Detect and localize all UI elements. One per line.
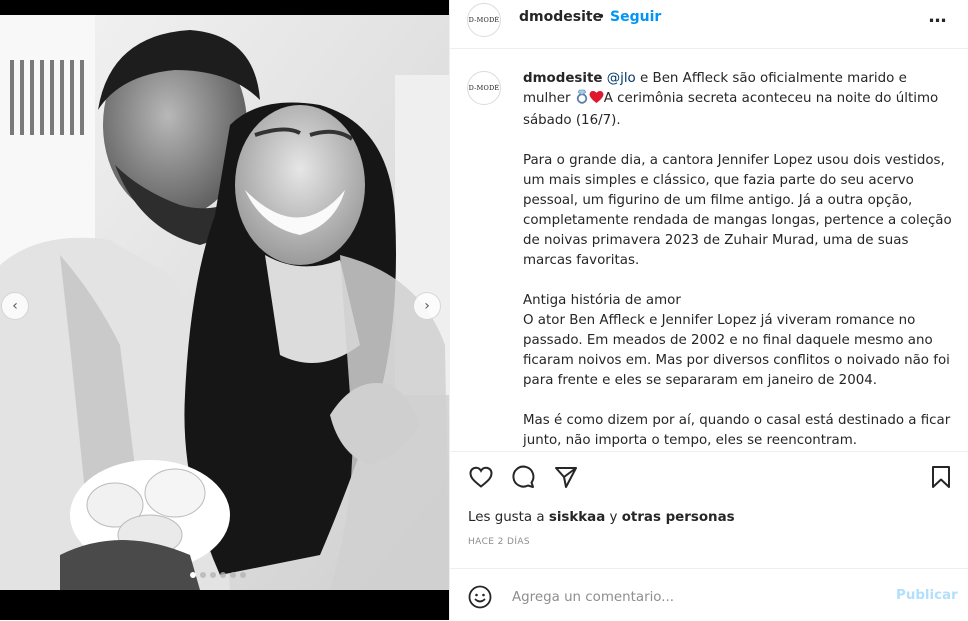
avatar[interactable]: D-MODÉ <box>467 3 501 37</box>
username-link[interactable]: dmodesite <box>519 9 602 25</box>
follow-button[interactable]: Seguir <box>610 9 661 25</box>
comment-button[interactable] <box>510 464 536 490</box>
other-likers-link[interactable]: otras personas <box>622 510 735 525</box>
caption-paragraph: Mas é como dizem por aí, quando o casal … <box>523 413 951 448</box>
chevron-left-icon: ‹ <box>12 298 18 314</box>
post-media: ‹ › <box>0 0 449 620</box>
save-button[interactable] <box>928 464 954 490</box>
carousel-dot <box>190 572 196 578</box>
carousel-dot <box>220 572 226 578</box>
wedding-photo[interactable] <box>0 15 449 590</box>
heart-icon <box>469 466 493 488</box>
post-caption: dmodesite @jlo e Ben Affleck são oficial… <box>523 69 958 451</box>
avatar-logo-text: D-MODÉ <box>468 16 500 24</box>
emoji-picker-button[interactable] <box>468 585 492 609</box>
carousel-dot <box>230 572 236 578</box>
caption-subheading: Antiga história de amor <box>523 293 681 308</box>
caption-paragraph: O ator Ben Affleck e Jennifer Lopez já v… <box>523 313 950 388</box>
post-actions <box>450 451 968 504</box>
caption-area: D-MODÉ dmodesite @jlo e Ben Affleck são … <box>450 49 968 451</box>
comment-icon <box>512 465 535 488</box>
carousel-dot <box>200 572 206 578</box>
likes-middle: y <box>605 510 622 525</box>
share-icon <box>555 467 577 488</box>
likes-prefix: Les gusta a <box>468 510 549 525</box>
publish-button[interactable]: Publicar <box>896 588 958 603</box>
smiley-icon <box>468 585 492 609</box>
post-details-panel: D-MODÉ dmodesite • Seguir … D-MODÉ dmode… <box>449 0 968 620</box>
separator-dot: • <box>597 9 606 25</box>
previous-slide-button[interactable]: ‹ <box>1 292 29 320</box>
post-timestamp[interactable]: HACE 2 DÍAS <box>468 537 530 547</box>
more-options-button[interactable]: … <box>924 6 952 30</box>
bookmark-icon <box>932 466 950 488</box>
comment-bar: Publicar <box>450 568 968 621</box>
next-slide-button[interactable]: › <box>413 292 441 320</box>
liked-by-user-link[interactable]: siskkaa <box>549 510 605 525</box>
instagram-post: ‹ › D-MODÉ dmodesite • Seguir … D-MODÉ d… <box>0 0 968 620</box>
avatar-logo-text: D-MODÉ <box>468 84 500 92</box>
like-button[interactable] <box>468 464 494 490</box>
more-horizontal-icon: … <box>928 6 948 27</box>
mention-link[interactable]: @jlo <box>607 71 636 86</box>
carousel-dot <box>210 572 216 578</box>
likes-summary: Les gusta a siskkaa y otras personas <box>468 510 735 525</box>
caption-paragraph: Para o grande dia, a cantora Jennifer Lo… <box>523 153 952 268</box>
comment-input[interactable] <box>510 583 874 611</box>
post-header: D-MODÉ dmodesite • Seguir … <box>450 0 968 49</box>
caption-username[interactable]: dmodesite <box>523 71 602 86</box>
red-heart-emoji <box>589 90 604 111</box>
carousel-dot <box>240 572 246 578</box>
caption-avatar[interactable]: D-MODÉ <box>467 71 501 105</box>
ring-emoji <box>575 89 589 111</box>
carousel-indicator <box>190 572 246 578</box>
chevron-right-icon: › <box>424 298 430 314</box>
share-button[interactable] <box>553 464 579 490</box>
